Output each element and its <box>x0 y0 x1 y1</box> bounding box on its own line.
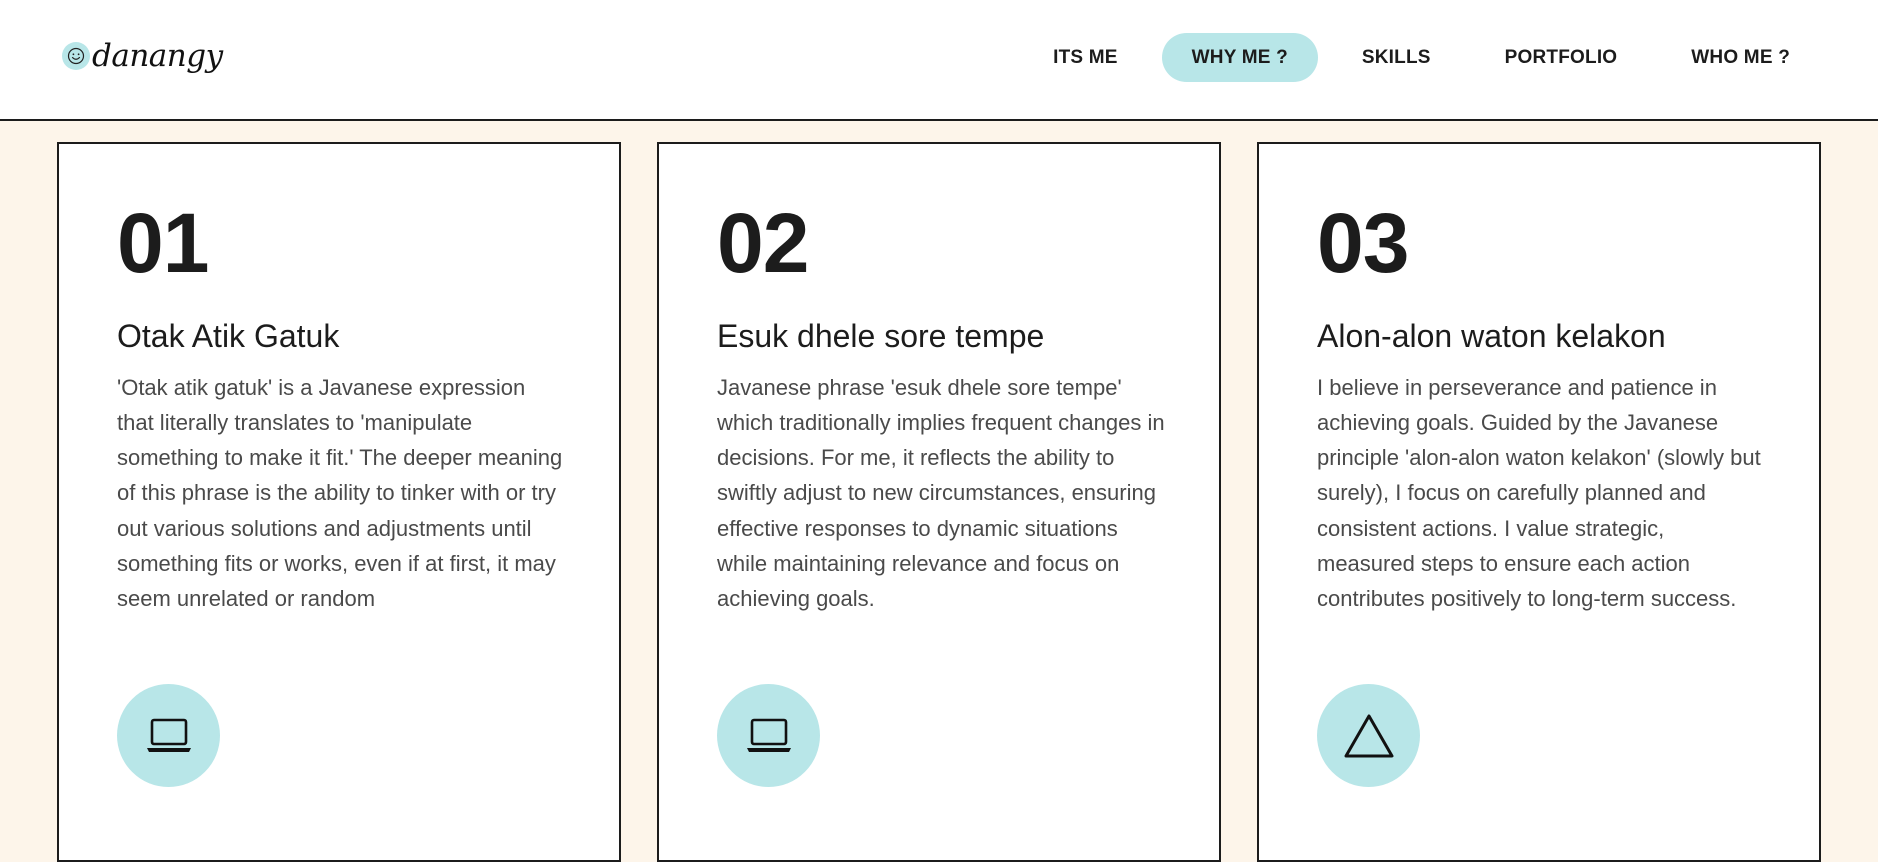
card-title: Esuk dhele sore tempe <box>717 318 1045 354</box>
triangle-icon <box>1317 684 1420 787</box>
nav-item-who-me[interactable]: WHO ME ? <box>1661 33 1820 82</box>
nav-item-skills[interactable]: SKILLS <box>1332 33 1461 82</box>
reason-card: 02 Esuk dhele sore tempe Javanese phrase… <box>657 142 1221 862</box>
card-description: I believe in perseverance and patience i… <box>1317 374 1761 612</box>
nav-item-its-me[interactable]: ITS ME <box>1023 33 1148 82</box>
nav-item-portfolio[interactable]: PORTFOLIO <box>1475 33 1648 82</box>
card-number: 03 <box>1317 196 1409 290</box>
site-logo[interactable]: danangy <box>62 36 223 76</box>
card-description: Javanese phrase 'esuk dhele sore tempe' … <box>717 374 1165 612</box>
card-title: Otak Atik Gatuk <box>117 318 340 354</box>
why-me-cards: 01 Otak Atik Gatuk 'Otak atik gatuk' is … <box>57 142 1821 862</box>
main-nav: ITS ME WHY ME ? SKILLS PORTFOLIO WHO ME … <box>1009 33 1820 82</box>
card-number: 02 <box>717 196 809 290</box>
laptop-icon <box>717 684 820 787</box>
smiley-face-icon <box>62 42 90 70</box>
card-description: 'Otak atik gatuk' is a Javanese expressi… <box>117 374 563 612</box>
site-header: danangy ITS ME WHY ME ? SKILLS PORTFOLIO… <box>0 0 1878 121</box>
logo-text: danangy <box>92 37 223 74</box>
card-title: Alon-alon waton kelakon <box>1317 318 1666 354</box>
nav-item-why-me[interactable]: WHY ME ? <box>1161 33 1318 82</box>
reason-card: 03 Alon-alon waton kelakon I believe in … <box>1257 142 1821 862</box>
card-number: 01 <box>117 196 209 290</box>
laptop-icon <box>117 684 220 787</box>
reason-card: 01 Otak Atik Gatuk 'Otak atik gatuk' is … <box>57 142 621 862</box>
